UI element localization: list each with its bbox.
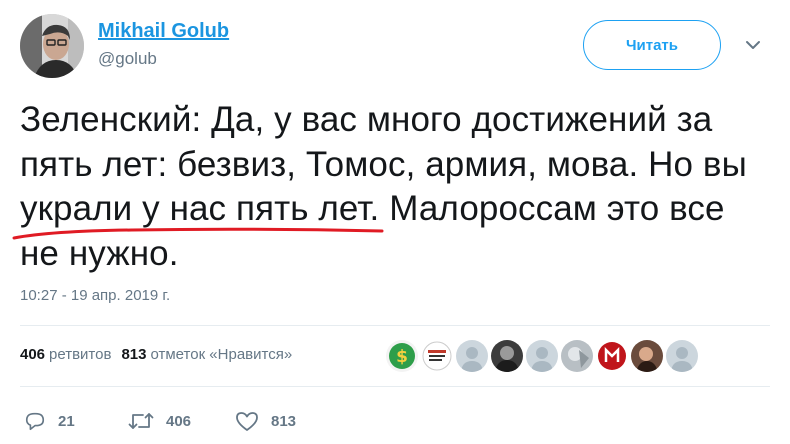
tweet-text: Зеленский: Да, у вас много достижений за… bbox=[20, 98, 760, 276]
default-user-avatar-icon[interactable] bbox=[666, 340, 698, 372]
divider bbox=[20, 325, 770, 326]
likes-count: 813 bbox=[121, 346, 147, 363]
retweet-icon bbox=[128, 413, 154, 429]
silver-photo-avatar-icon[interactable] bbox=[561, 340, 593, 372]
tweet-stats: 406 ретвитов 813 отметок «Нравится» bbox=[20, 345, 292, 365]
reply-button[interactable]: 21 bbox=[24, 410, 75, 432]
retweets-label: ретвитов bbox=[49, 346, 112, 363]
retweet-button[interactable]: 406 bbox=[128, 410, 191, 432]
follow-button[interactable]: Читать bbox=[583, 20, 721, 70]
retweets-stat[interactable]: 406 ретвитов bbox=[20, 345, 111, 365]
tweet-timestamp[interactable]: 10:27 - 19 апр. 2019 г. bbox=[20, 287, 170, 304]
divider bbox=[20, 386, 770, 387]
portrait-photo-avatar-icon[interactable] bbox=[631, 340, 663, 372]
likes-label: отметок «Нравится» bbox=[150, 346, 293, 363]
author-handle[interactable]: @golub bbox=[98, 48, 157, 70]
reply-count: 21 bbox=[58, 412, 75, 430]
liker-avatars: $ bbox=[386, 340, 698, 372]
badge-text-avatar-icon[interactable] bbox=[421, 340, 453, 372]
red-emblem-avatar-icon[interactable] bbox=[596, 340, 628, 372]
likes-stat[interactable]: 813 отметок «Нравится» bbox=[121, 345, 292, 365]
heart-icon bbox=[236, 412, 258, 431]
default-user-avatar-icon[interactable] bbox=[526, 340, 558, 372]
reply-icon bbox=[25, 412, 45, 431]
user-photo-avatar-icon bbox=[20, 14, 84, 78]
tweet-line: Зеленский: Да, у вас много достижений за bbox=[20, 100, 713, 139]
chevron-down-icon[interactable] bbox=[742, 34, 764, 56]
like-button[interactable]: 813 bbox=[235, 410, 296, 432]
author-avatar[interactable] bbox=[20, 14, 84, 78]
svg-text:$: $ bbox=[396, 347, 408, 367]
tweet-line: пять лет: безвиз, Томос, армия, мова. Но… bbox=[20, 144, 747, 184]
retweets-count: 406 bbox=[20, 346, 46, 363]
dollar-sign-avatar-icon[interactable]: $ bbox=[386, 340, 418, 372]
tweet-line: не нужно. bbox=[20, 233, 179, 273]
default-user-avatar-icon[interactable] bbox=[456, 340, 488, 372]
author-display-name[interactable]: Mikhail Golub bbox=[98, 18, 229, 44]
bw-portrait-avatar-icon[interactable] bbox=[491, 340, 523, 372]
tweet-line: украли у нас пять лет. Малороссам это вс… bbox=[20, 189, 725, 228]
like-count: 813 bbox=[271, 412, 297, 430]
retweet-count: 406 bbox=[166, 412, 192, 430]
